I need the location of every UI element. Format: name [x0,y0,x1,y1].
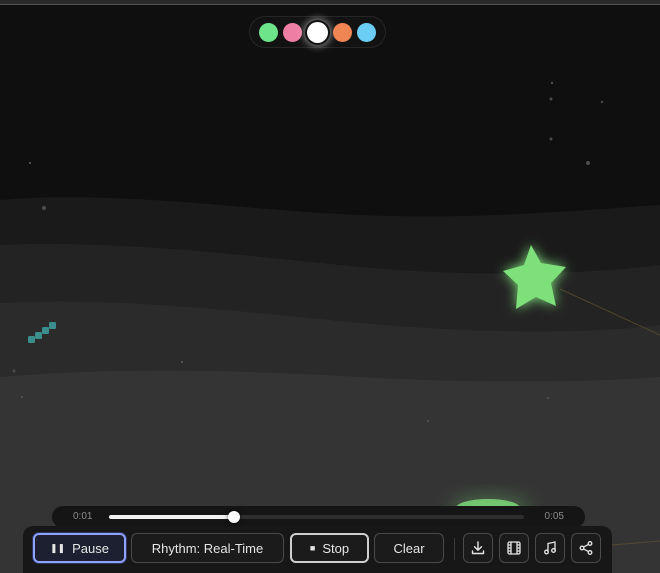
stop-icon: ■ [309,543,316,553]
playback-timeline: 0:01 0:05 [52,506,585,528]
music-button[interactable] [535,533,565,563]
color-palette [249,16,386,48]
swatch-green[interactable] [259,22,278,42]
rhythm-button[interactable]: Rhythm: Real-Time [131,533,284,563]
rhythm-label: Rhythm: Real-Time [151,540,264,556]
progress-fill [109,515,234,519]
toolbar-divider [454,538,455,560]
swatch-blue[interactable] [357,22,376,42]
progress-track[interactable] [109,511,524,523]
control-bar: ❚❚ Pause Rhythm: Real-Time ■ Stop Clear [23,526,612,573]
music-note-icon [544,541,556,555]
share-icon [579,541,593,555]
swatch-white[interactable] [307,21,328,43]
share-button[interactable] [571,533,601,563]
video-export-button[interactable] [499,533,529,563]
progress-thumb[interactable] [227,511,240,523]
pause-button[interactable]: ❚❚ Pause [33,533,126,563]
pause-icon: ❚❚ [50,542,66,553]
stop-label: Stop [322,540,350,556]
download-button[interactable] [463,533,493,563]
stop-button[interactable]: ■ Stop [290,533,369,563]
film-icon [507,541,521,555]
pause-label: Pause [72,540,109,556]
download-icon [471,541,485,555]
swatch-orange[interactable] [333,22,352,42]
clear-label: Clear [393,540,425,556]
clear-button[interactable]: Clear [374,533,444,563]
current-time: 0:01 [73,511,93,522]
swatch-pink[interactable] [283,22,302,42]
duration-time: 0:05 [544,511,564,522]
drawing-canvas[interactable] [0,5,660,573]
canvas-art [0,5,660,573]
